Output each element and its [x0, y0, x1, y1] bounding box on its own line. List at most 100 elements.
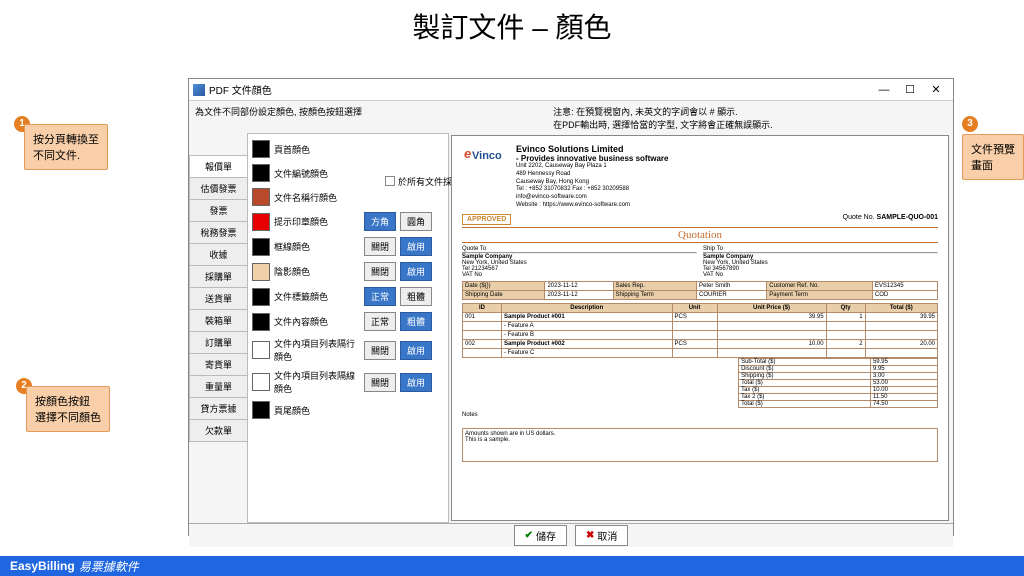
close-button[interactable]: ✕: [923, 81, 949, 99]
color-row-4: 框線顔色關閉啟用: [252, 237, 444, 256]
option-btn-2[interactable]: 啟用: [400, 373, 432, 392]
check-icon: ✔: [525, 530, 533, 541]
color-swatch[interactable]: [252, 341, 270, 359]
color-swatch[interactable]: [252, 238, 270, 256]
apply-all-checkbox[interactable]: [385, 176, 395, 186]
footer-bar: EasyBilling 易票據軟件: [0, 556, 1024, 576]
tab-packing-list[interactable]: 裝箱單: [189, 309, 247, 331]
apply-all-label: 於所有文件採用同一文件外觀: [398, 175, 449, 188]
tab-delivery-note[interactable]: 送貨單: [189, 287, 247, 309]
option-btn-2[interactable]: 啟用: [400, 237, 432, 256]
color-swatch[interactable]: [252, 373, 270, 391]
color-label: 頁尾顔色: [274, 404, 360, 417]
notes-label: Notes: [462, 412, 938, 418]
instructions-right-2: 在PDF輸出時, 選擇恰當的字型, 文字將會正確無誤顯示.: [553, 118, 947, 131]
color-swatch[interactable]: [252, 401, 270, 419]
meta-table: Date (${})2023-11-12Sales Rep.Peter Smit…: [462, 281, 938, 300]
minimize-button[interactable]: —: [871, 81, 897, 99]
color-label: 文件內容顔色: [274, 315, 360, 328]
option-btn-1[interactable]: 正常: [364, 287, 396, 306]
option-btn-1[interactable]: 方角: [364, 212, 396, 231]
color-row-7: 文件內容顔色正常粗體: [252, 312, 444, 331]
color-row-0: 頁首顔色: [252, 140, 444, 158]
color-swatch[interactable]: [252, 263, 270, 281]
tab-proforma[interactable]: 估價發票: [189, 177, 247, 199]
option-btn-2[interactable]: 啟用: [400, 262, 432, 281]
option-btn-2[interactable]: 粗體: [400, 312, 432, 331]
color-row-6: 文件標籤顔色正常粗體: [252, 287, 444, 306]
color-label: 文件內項目列表隔線顔色: [274, 369, 360, 395]
preview-company-name: Evinco Solutions Limited: [516, 144, 938, 154]
tab-receipt[interactable]: 收據: [189, 243, 247, 265]
notes-box: Amounts shown are in US dollars.This is …: [462, 428, 938, 462]
color-row-2: 文件名稱行顔色: [252, 188, 444, 206]
footer-sub: 易票據軟件: [79, 558, 139, 575]
save-button[interactable]: ✔儲存: [514, 525, 567, 546]
maximize-button[interactable]: ☐: [897, 81, 923, 99]
cross-icon: ✖: [586, 530, 594, 541]
bubble-3: 3: [962, 116, 978, 132]
document-tabs: 報價單 估價發票 發票 稅務發票 收據 採購單 送貨單 裝箱單 訂購單 寄貨單 …: [189, 155, 247, 523]
items-table: IDDescriptionUnitUnit Price ($)QtyTotal …: [462, 303, 938, 358]
tab-debit-note[interactable]: 欠款單: [189, 419, 247, 442]
color-swatch[interactable]: [252, 188, 270, 206]
color-label: 框線顔色: [274, 240, 360, 253]
approved-stamp: APPROVED: [462, 214, 511, 225]
color-label: 提示印章顔色: [274, 215, 360, 228]
color-settings-panel: 於所有文件採用同一文件外觀 頁首顔色文件編號顔色文件名稱行顔色提示印章顔色方角圓…: [247, 133, 449, 523]
color-row-3: 提示印章顔色方角圓角: [252, 212, 444, 231]
color-row-10: 頁尾顔色: [252, 401, 444, 419]
preview-address: Unit 2202, Causeway Bay Plaza 1489 Henne…: [516, 163, 938, 210]
instructions-right-1: 注意: 在預覽視窗內, 未英文的字詞會以 # 顯示.: [553, 105, 947, 118]
tab-ordering[interactable]: 訂購單: [189, 331, 247, 353]
dialog-buttons: ✔儲存 ✖取消: [189, 523, 953, 547]
color-row-8: 文件內項目列表隔行顔色關閉啟用: [252, 337, 444, 363]
totals-table: Sub-Total ($)59.95 Discount ($)9.95 Ship…: [738, 358, 938, 408]
color-label: 文件內項目列表隔行顔色: [274, 337, 360, 363]
color-swatch[interactable]: [252, 313, 270, 331]
instructions-right: 注意: 在預覽視窗內, 未英文的字詞會以 # 顯示. 在PDF輸出時, 選擇恰當…: [553, 105, 947, 131]
color-label: 文件標籤顔色: [274, 290, 360, 303]
color-label: 頁首顔色: [274, 143, 360, 156]
cancel-button[interactable]: ✖取消: [575, 525, 628, 546]
titlebar: PDF 文件顔色 — ☐ ✕: [189, 79, 953, 101]
color-label: 文件名稱行顔色: [274, 191, 360, 204]
left-pane: 報價單 估價發票 發票 稅務發票 收據 採購單 送貨單 裝箱單 訂購單 寄貨單 …: [189, 133, 449, 523]
option-btn-1[interactable]: 正常: [364, 312, 396, 331]
document-type-title: Quotation: [462, 227, 938, 243]
tab-invoice[interactable]: 發票: [189, 199, 247, 221]
tab-tax-invoice[interactable]: 稅務發票: [189, 221, 247, 243]
tab-weight-list[interactable]: 重量單: [189, 375, 247, 397]
tab-shipping[interactable]: 寄貨單: [189, 353, 247, 375]
callout-1: 按分頁轉換至 不同文件.: [24, 124, 108, 170]
callout-3: 文件預覽畫面: [962, 134, 1024, 180]
color-swatch[interactable]: [252, 164, 270, 182]
tab-quotation[interactable]: 報價單: [189, 155, 247, 177]
page-title: 製訂文件 – 顏色: [0, 0, 1024, 50]
option-btn-1[interactable]: 關閉: [364, 262, 396, 281]
dialog-window: PDF 文件顔色 — ☐ ✕ 為文件不同部份設定顏色, 按顏色按鈕選擇 注意: …: [188, 78, 954, 536]
color-label: 陰影顔色: [274, 265, 360, 278]
option-btn-2[interactable]: 圓角: [400, 212, 432, 231]
color-swatch[interactable]: [252, 288, 270, 306]
window-title: PDF 文件顔色: [209, 82, 272, 97]
color-label: 文件編號顔色: [274, 167, 360, 180]
preview-logo: eVinco: [462, 144, 510, 172]
tab-purchase-order[interactable]: 採購單: [189, 265, 247, 287]
footer-brand: EasyBilling: [10, 559, 75, 573]
ship-to-block: Ship To Sample CompanyNew York, United S…: [703, 246, 938, 278]
preview-pane: eVinco Evinco Solutions Limited - Provid…: [451, 135, 949, 521]
quote-number: Quote No. SAMPLE-QUO-001: [843, 214, 938, 221]
color-row-5: 陰影顔色關閉啟用: [252, 262, 444, 281]
tab-credit-note[interactable]: 貸方票據: [189, 397, 247, 419]
quote-to-block: Quote To Sample CompanyNew York, United …: [462, 246, 697, 278]
app-icon: [193, 84, 205, 96]
color-swatch[interactable]: [252, 140, 270, 158]
option-btn-1[interactable]: 關閉: [364, 341, 396, 360]
option-btn-2[interactable]: 粗體: [400, 287, 432, 306]
option-btn-1[interactable]: 關閉: [364, 237, 396, 256]
callout-2: 按顏色按鈕 選擇不同顏色: [26, 386, 110, 432]
option-btn-2[interactable]: 啟用: [400, 341, 432, 360]
option-btn-1[interactable]: 關閉: [364, 373, 396, 392]
color-swatch[interactable]: [252, 213, 270, 231]
